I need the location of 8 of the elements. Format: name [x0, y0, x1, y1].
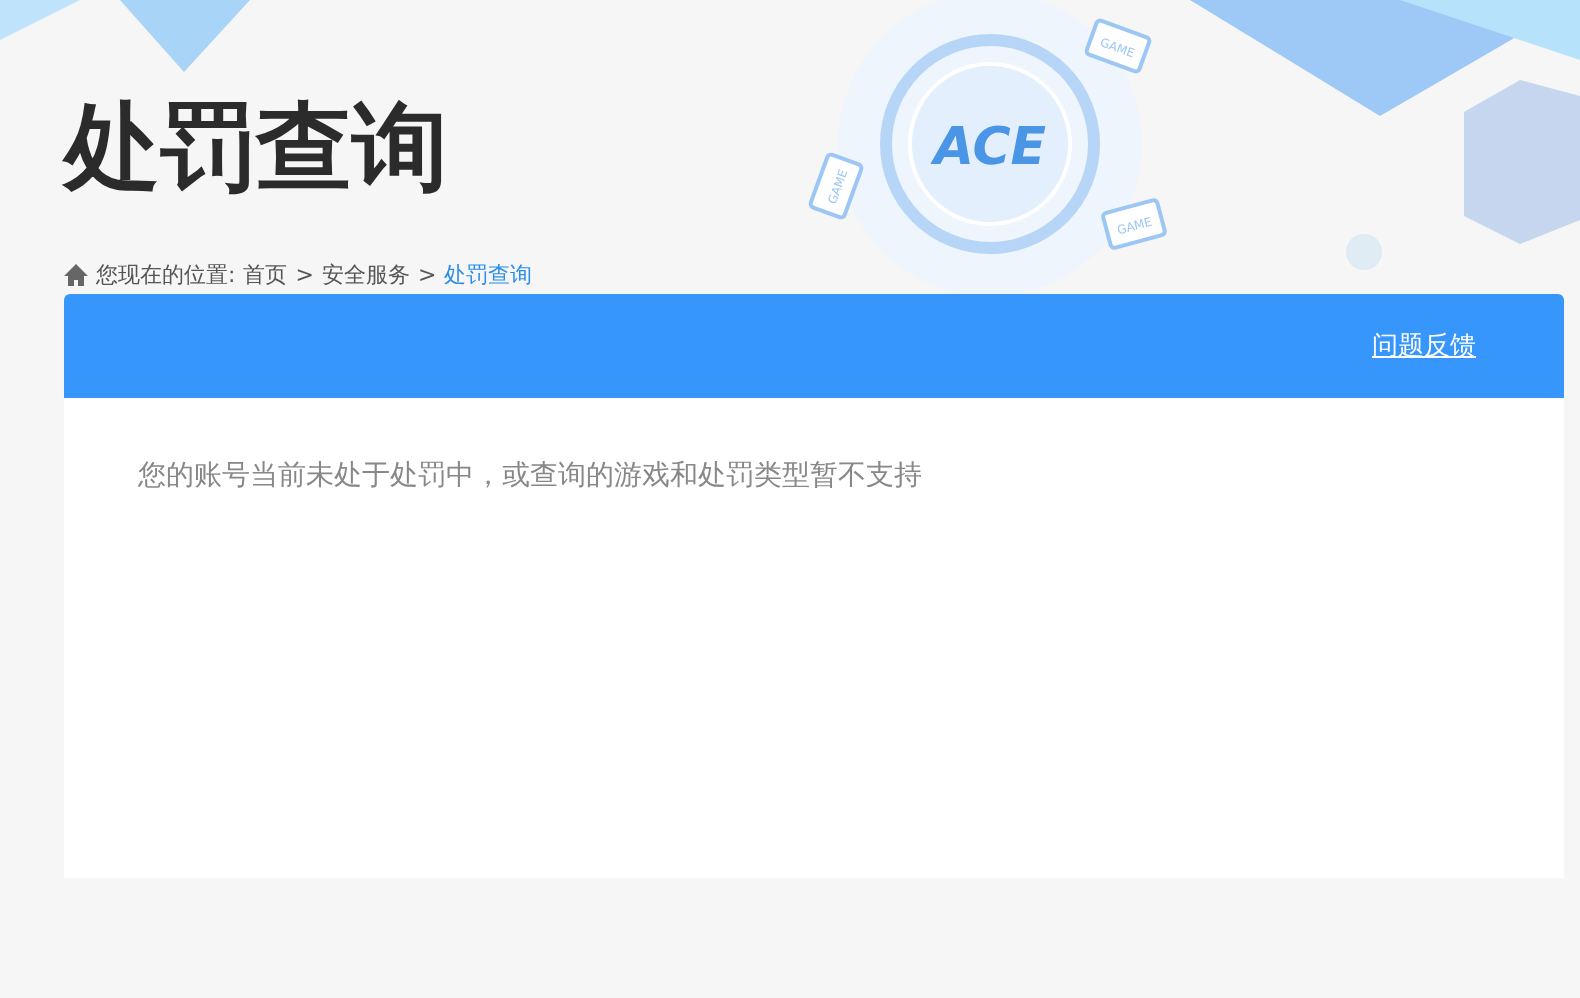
breadcrumb-separator: > [295, 261, 314, 287]
home-icon [64, 263, 88, 285]
status-message: 您的账号当前未处于处罚中，或查询的游戏和处罚类型暂不支持 [138, 458, 924, 494]
breadcrumb-separator: > [417, 261, 437, 287]
breadcrumb-link[interactable]: 安全服务 [321, 259, 410, 289]
breadcrumb-label: 您现在的位置: [96, 259, 236, 289]
page-title: 处罚查询 [64, 90, 448, 208]
breadcrumb-link[interactable]: 首页 [243, 259, 288, 289]
